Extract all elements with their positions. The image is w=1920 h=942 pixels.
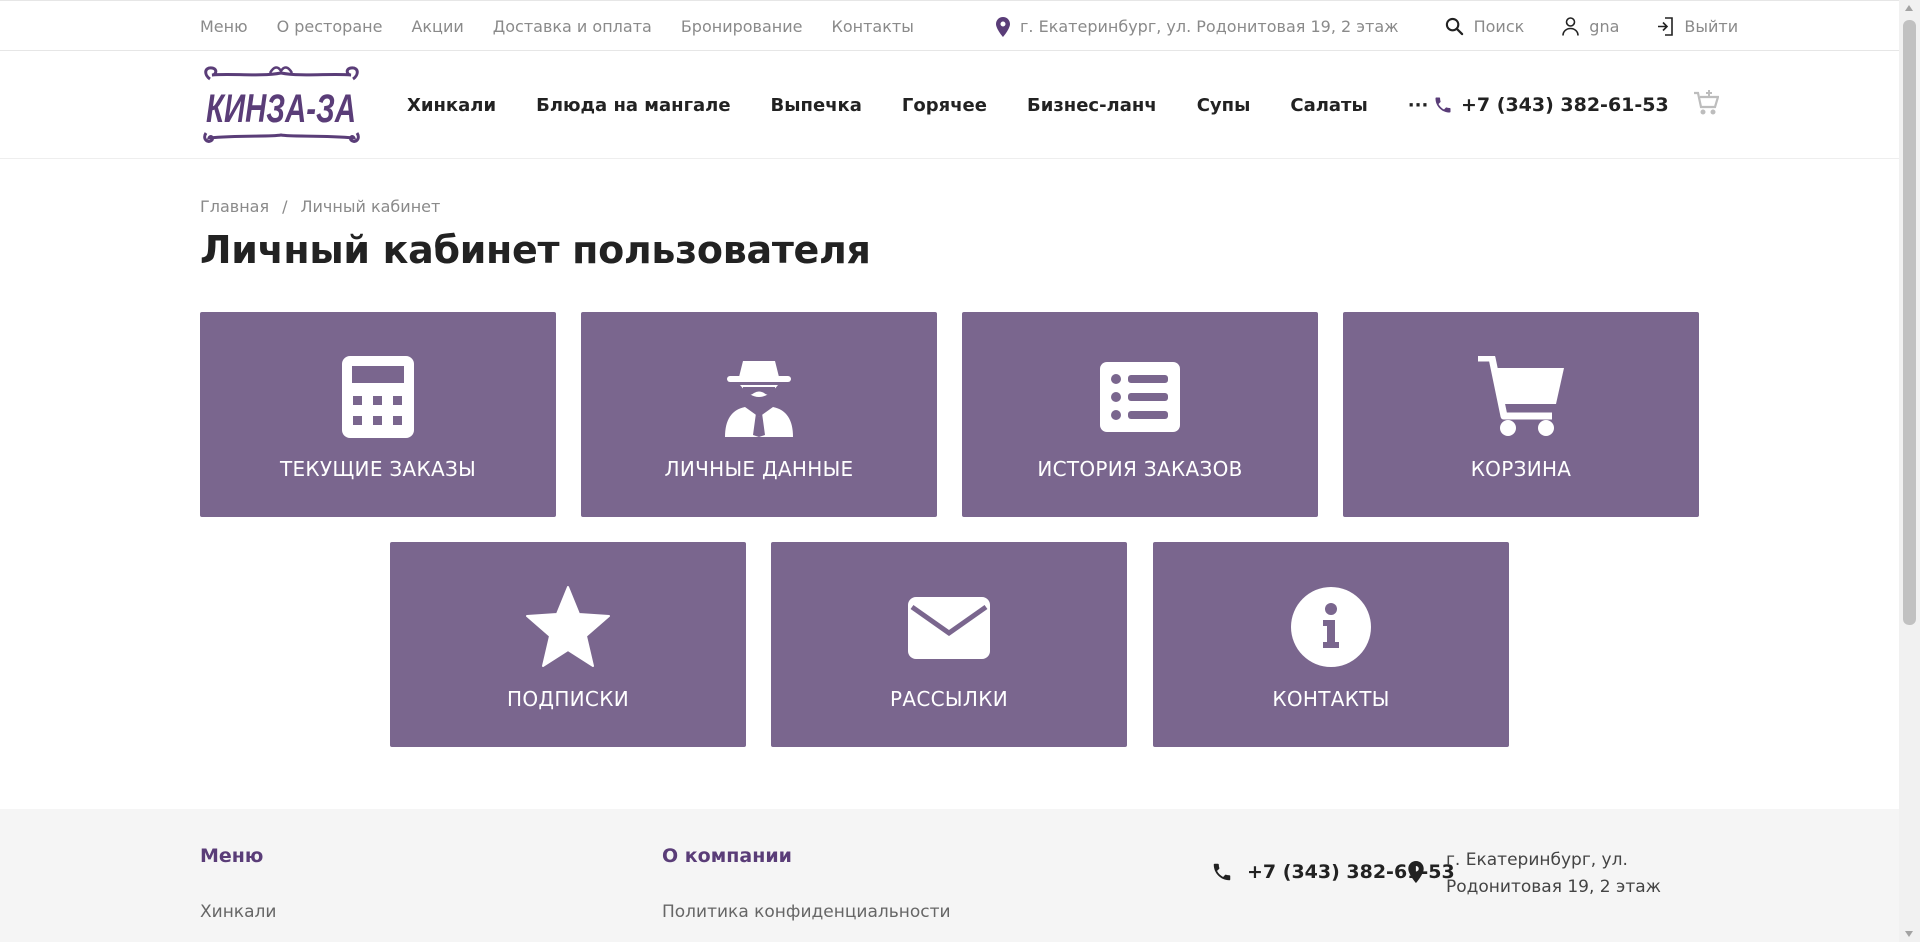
footer-address-line1: г. Екатеринбург, ул.	[1446, 850, 1628, 870]
calculator-icon	[200, 356, 556, 438]
tile-contacts[interactable]: КОНТАКТЫ	[1153, 542, 1509, 747]
nav-more[interactable]: ···	[1408, 95, 1429, 116]
address-link[interactable]: г. Екатеринбург, ул. Родонитовая 19, 2 э…	[996, 16, 1399, 37]
logout-icon	[1657, 17, 1674, 36]
star-icon	[390, 586, 746, 668]
top-nav-booking[interactable]: Бронирование	[681, 17, 803, 36]
page-title: Личный кабинет пользователя	[200, 228, 871, 272]
search-button[interactable]: Поиск	[1445, 17, 1525, 36]
envelope-icon	[771, 597, 1127, 659]
tile-label: КОНТАКТЫ	[1272, 687, 1390, 711]
svg-text:КИНЗА-ЗА: КИНЗА-ЗА	[206, 87, 356, 131]
breadcrumb: Главная / Личный кабинет	[200, 197, 440, 216]
scrollbar-thumb[interactable]	[1903, 20, 1916, 625]
tile-mailings[interactable]: РАССЫЛКИ	[771, 542, 1127, 747]
top-nav-promotions[interactable]: Акции	[411, 17, 463, 36]
tile-personal-data[interactable]: ЛИЧНЫЕ ДАННЫЕ	[581, 312, 937, 517]
phone-icon	[1211, 861, 1233, 883]
tile-subscriptions[interactable]: ПОДПИСКИ	[390, 542, 746, 747]
header-phone[interactable]: +7 (343) 382-61-53	[1433, 51, 1669, 159]
top-nav: Меню О ресторане Акции Доставка и оплата…	[200, 1, 914, 52]
footer-link-khinkali[interactable]: Хинкали	[200, 902, 276, 922]
location-pin-icon	[1408, 861, 1424, 883]
tile-current-orders[interactable]: ТЕКУЩИЕ ЗАКАЗЫ	[200, 312, 556, 517]
top-nav-delivery[interactable]: Доставка и оплата	[493, 17, 652, 36]
tile-label: ТЕКУЩИЕ ЗАКАЗЫ	[279, 457, 477, 481]
tile-order-history[interactable]: ИСТОРИЯ ЗАКАЗОВ	[962, 312, 1318, 517]
logout-button[interactable]: Выйти	[1657, 17, 1738, 36]
user-icon	[1562, 17, 1580, 36]
nav-bakery[interactable]: Выпечка	[771, 95, 862, 116]
nav-hot[interactable]: Горячее	[902, 95, 987, 116]
location-pin-icon	[996, 16, 1010, 37]
footer-address-line2: Родонитовая 19, 2 этаж	[1446, 877, 1661, 897]
tile-label: РАССЫЛКИ	[890, 687, 1008, 711]
shopping-cart-icon	[1343, 356, 1699, 438]
footer-menu-heading: Меню	[200, 845, 264, 867]
page: Меню О ресторане Акции Доставка и оплата…	[0, 0, 1899, 942]
vertical-scrollbar[interactable]	[1899, 0, 1920, 942]
top-nav-contacts[interactable]: Контакты	[832, 17, 914, 36]
top-bar: Меню О ресторане Акции Доставка и оплата…	[0, 0, 1899, 51]
address-text: г. Екатеринбург, ул. Родонитовая 19, 2 э…	[1020, 17, 1399, 36]
nav-khinkali[interactable]: Хинкали	[407, 95, 496, 116]
nav-grill[interactable]: Блюда на мангале	[536, 95, 730, 116]
logout-label: Выйти	[1684, 17, 1739, 36]
nav-salads[interactable]: Салаты	[1290, 95, 1367, 116]
user-secret-icon	[581, 357, 937, 437]
tile-label: ЛИЧНЫЕ ДАННЫЕ	[664, 457, 854, 481]
user-name: gna	[1589, 17, 1620, 36]
tile-label: КОРЗИНА	[1470, 457, 1572, 481]
footer-address: г. Екатеринбург, ул. Родонитовая 19, 2 э…	[1408, 847, 1661, 901]
info-circle-icon	[1153, 587, 1509, 667]
list-icon	[962, 362, 1318, 432]
phone-icon	[1433, 95, 1453, 115]
footer: Меню Хинкали О компании Политика конфиде…	[0, 809, 1899, 942]
tile-label: ПОДПИСКИ	[507, 687, 629, 711]
logo[interactable]: КИНЗА-ЗА	[200, 65, 363, 145]
user-account-link[interactable]: gna	[1562, 17, 1619, 36]
top-right: г. Екатеринбург, ул. Родонитовая 19, 2 э…	[996, 1, 1738, 52]
tile-label: ИСТОРИЯ ЗАКАЗОВ	[1037, 457, 1243, 481]
header-phone-number: +7 (343) 382-61-53	[1461, 94, 1669, 116]
scroll-up-arrow-icon[interactable]	[1905, 5, 1913, 11]
scroll-down-arrow-icon[interactable]	[1905, 931, 1913, 937]
top-nav-about[interactable]: О ресторане	[277, 17, 383, 36]
header: КИНЗА-ЗА Хинкали Блюда на мангале Выпечк…	[0, 51, 1899, 159]
main-nav: Хинкали Блюда на мангале Выпечка Горячее…	[407, 51, 1428, 159]
breadcrumb-current: Личный кабинет	[300, 197, 441, 216]
footer-link-privacy[interactable]: Политика конфиденциальности	[662, 902, 951, 922]
search-label: Поиск	[1473, 17, 1525, 36]
search-icon	[1445, 17, 1464, 36]
breadcrumb-home[interactable]: Главная	[200, 197, 269, 216]
nav-business-lunch[interactable]: Бизнес-ланч	[1027, 95, 1157, 116]
header-cart-button[interactable]	[1693, 89, 1719, 117]
footer-company-heading: О компании	[662, 845, 792, 867]
nav-soups[interactable]: Супы	[1197, 95, 1251, 116]
tile-cart[interactable]: КОРЗИНА	[1343, 312, 1699, 517]
cart-icon	[1693, 89, 1719, 117]
breadcrumb-separator: /	[282, 197, 288, 216]
top-nav-menu[interactable]: Меню	[200, 17, 248, 36]
